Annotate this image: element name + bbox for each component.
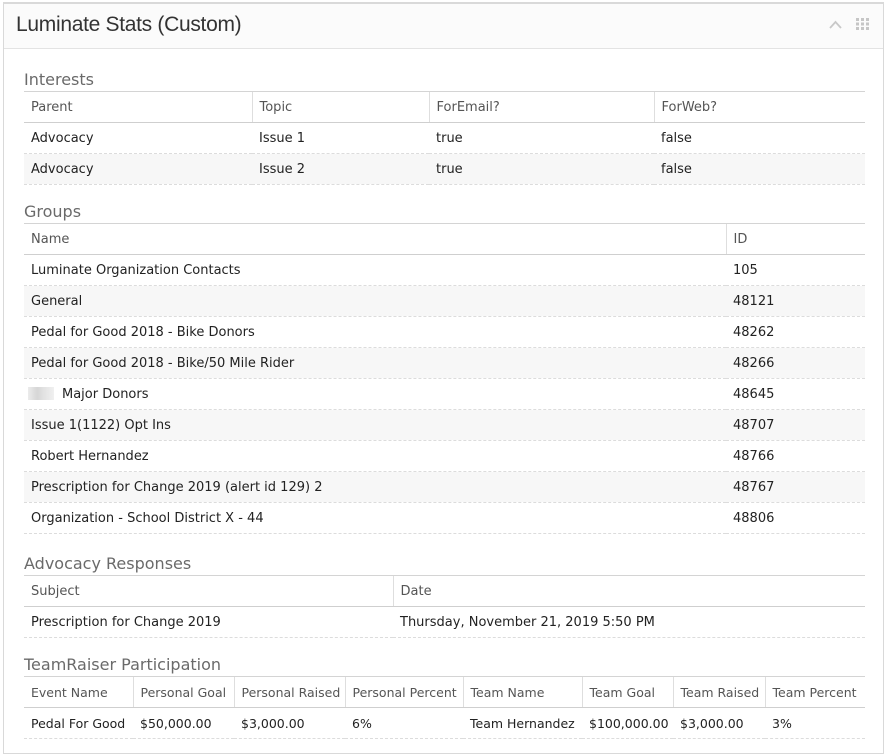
table-row: Pedal for Good 2018 - Bike/50 Mile Rider…: [24, 347, 865, 379]
cell-name: Prescription for Change 2019 (alert id 1…: [24, 471, 726, 503]
cell-subject: Prescription for Change 2019: [24, 606, 393, 638]
column-header-subject[interactable]: Subject: [24, 576, 394, 607]
cell-name: Pedal for Good 2018 - Bike Donors: [24, 316, 726, 348]
cell-name: Issue 1(1122) Opt Ins: [24, 409, 726, 441]
grid-icon[interactable]: [856, 18, 869, 30]
column-header-name[interactable]: Name: [24, 224, 727, 255]
table-row: Prescription for Change 2019 Thursday, N…: [24, 606, 865, 638]
cell-name: Robert Hernandez: [24, 440, 726, 472]
column-header-parent[interactable]: Parent: [24, 92, 253, 123]
panel-title: Luminate Stats (Custom): [16, 13, 242, 36]
table-row: Advocacy Issue 1 true false: [24, 122, 865, 154]
cell-id: 48266: [726, 347, 865, 379]
advocacy-table: Subject Date Prescription for Change 201…: [24, 576, 865, 638]
column-header-date[interactable]: Date: [393, 576, 865, 607]
groups-section: Groups Name ID Luminate Organization Con…: [24, 202, 865, 534]
cell-name: Major Donors: [62, 386, 149, 402]
cell-id: 48767: [726, 471, 865, 503]
column-header-foremail[interactable]: ForEmail?: [429, 92, 655, 123]
cell-personal-percent: 6%: [345, 707, 463, 739]
interests-section: Interests Parent Topic ForEmail? ForWeb?…: [24, 70, 865, 185]
table-row: Luminate Organization Contacts 105: [24, 254, 865, 286]
panel-header: Luminate Stats (Custom): [4, 4, 883, 49]
cell-team-goal: $100,000.00: [582, 707, 673, 739]
cell-foremail: true: [429, 122, 654, 154]
cell-id: 48766: [726, 440, 865, 472]
cell-name: Pedal for Good 2018 - Bike/50 Mile Rider: [24, 347, 726, 379]
groups-table: Name ID Luminate Organization Contacts 10…: [24, 224, 865, 534]
teamraiser-title: TeamRaiser Participation: [24, 655, 865, 677]
interests-title: Interests: [24, 70, 865, 92]
teamraiser-table: Event Name Personal Goal Personal Raised…: [24, 677, 865, 739]
chevron-up-icon[interactable]: [829, 18, 842, 32]
cell-forweb: false: [654, 153, 865, 185]
cell-personal-raised: $3,000.00: [234, 707, 345, 739]
cell-personal-goal: $50,000.00: [133, 707, 234, 739]
table-row: Pedal for Good 2018 - Bike Donors 48262: [24, 316, 865, 348]
interests-table: Parent Topic ForEmail? ForWeb? Advocacy …: [24, 92, 865, 185]
cell-id: 48645: [726, 378, 865, 410]
advocacy-title: Advocacy Responses: [24, 554, 865, 576]
cell-forweb: false: [654, 122, 865, 154]
cell-date: Thursday, November 21, 2019 5:50 PM: [393, 606, 865, 638]
table-row: Pedal For Good $50,000.00 $3,000.00 6% T…: [24, 707, 865, 739]
teamraiser-section: TeamRaiser Participation Event Name Pers…: [24, 655, 865, 739]
column-header-id[interactable]: ID: [726, 224, 865, 255]
column-header-event-name[interactable]: Event Name: [24, 677, 134, 708]
table-row: Prescription for Change 2019 (alert id 1…: [24, 471, 865, 503]
cell-team-name: Team Hernandez: [463, 707, 582, 739]
column-header-forweb[interactable]: ForWeb?: [654, 92, 865, 123]
table-row: Issue 1(1122) Opt Ins 48707: [24, 409, 865, 441]
column-header-personal-percent[interactable]: Personal Percent: [345, 677, 464, 708]
cell-id: 48262: [726, 316, 865, 348]
cell-name: Luminate Organization Contacts: [24, 254, 726, 286]
cell-name: Organization - School District X - 44: [24, 502, 726, 534]
cell-name: General: [24, 285, 726, 317]
table-row: Robert Hernandez 48766: [24, 440, 865, 472]
redacted-blur: [28, 386, 54, 400]
table-row: Advocacy Issue 2 true false: [24, 153, 865, 185]
cell-id: 48707: [726, 409, 865, 441]
advocacy-section: Advocacy Responses Subject Date Prescrip…: [24, 554, 865, 638]
column-header-team-goal[interactable]: Team Goal: [582, 677, 674, 708]
cell-topic: Issue 1: [252, 122, 429, 154]
cell-foremail: true: [429, 153, 654, 185]
cell-parent: Advocacy: [24, 153, 252, 185]
column-header-personal-raised[interactable]: Personal Raised: [234, 677, 346, 708]
table-row: Organization - School District X - 44 488…: [24, 502, 865, 534]
column-header-team-name[interactable]: Team Name: [463, 677, 583, 708]
cell-team-percent: 3%: [765, 707, 865, 739]
cell-id: 48121: [726, 285, 865, 317]
table-row: Major Donors 48645: [24, 378, 865, 410]
column-header-team-percent[interactable]: Team Percent: [765, 677, 865, 708]
cell-topic: Issue 2: [252, 153, 429, 185]
table-row: General 48121: [24, 285, 865, 317]
column-header-personal-goal[interactable]: Personal Goal: [133, 677, 235, 708]
luminate-stats-panel: Luminate Stats (Custom) Interests Parent…: [3, 2, 884, 754]
cell-id: 48806: [726, 502, 865, 534]
cell-id: 105: [726, 254, 865, 286]
cell-event-name: Pedal For Good: [24, 707, 133, 739]
groups-title: Groups: [24, 202, 865, 224]
cell-parent: Advocacy: [24, 122, 252, 154]
column-header-team-raised[interactable]: Team Raised: [673, 677, 766, 708]
column-header-topic[interactable]: Topic: [252, 92, 430, 123]
cell-team-raised: $3,000.00: [673, 707, 765, 739]
